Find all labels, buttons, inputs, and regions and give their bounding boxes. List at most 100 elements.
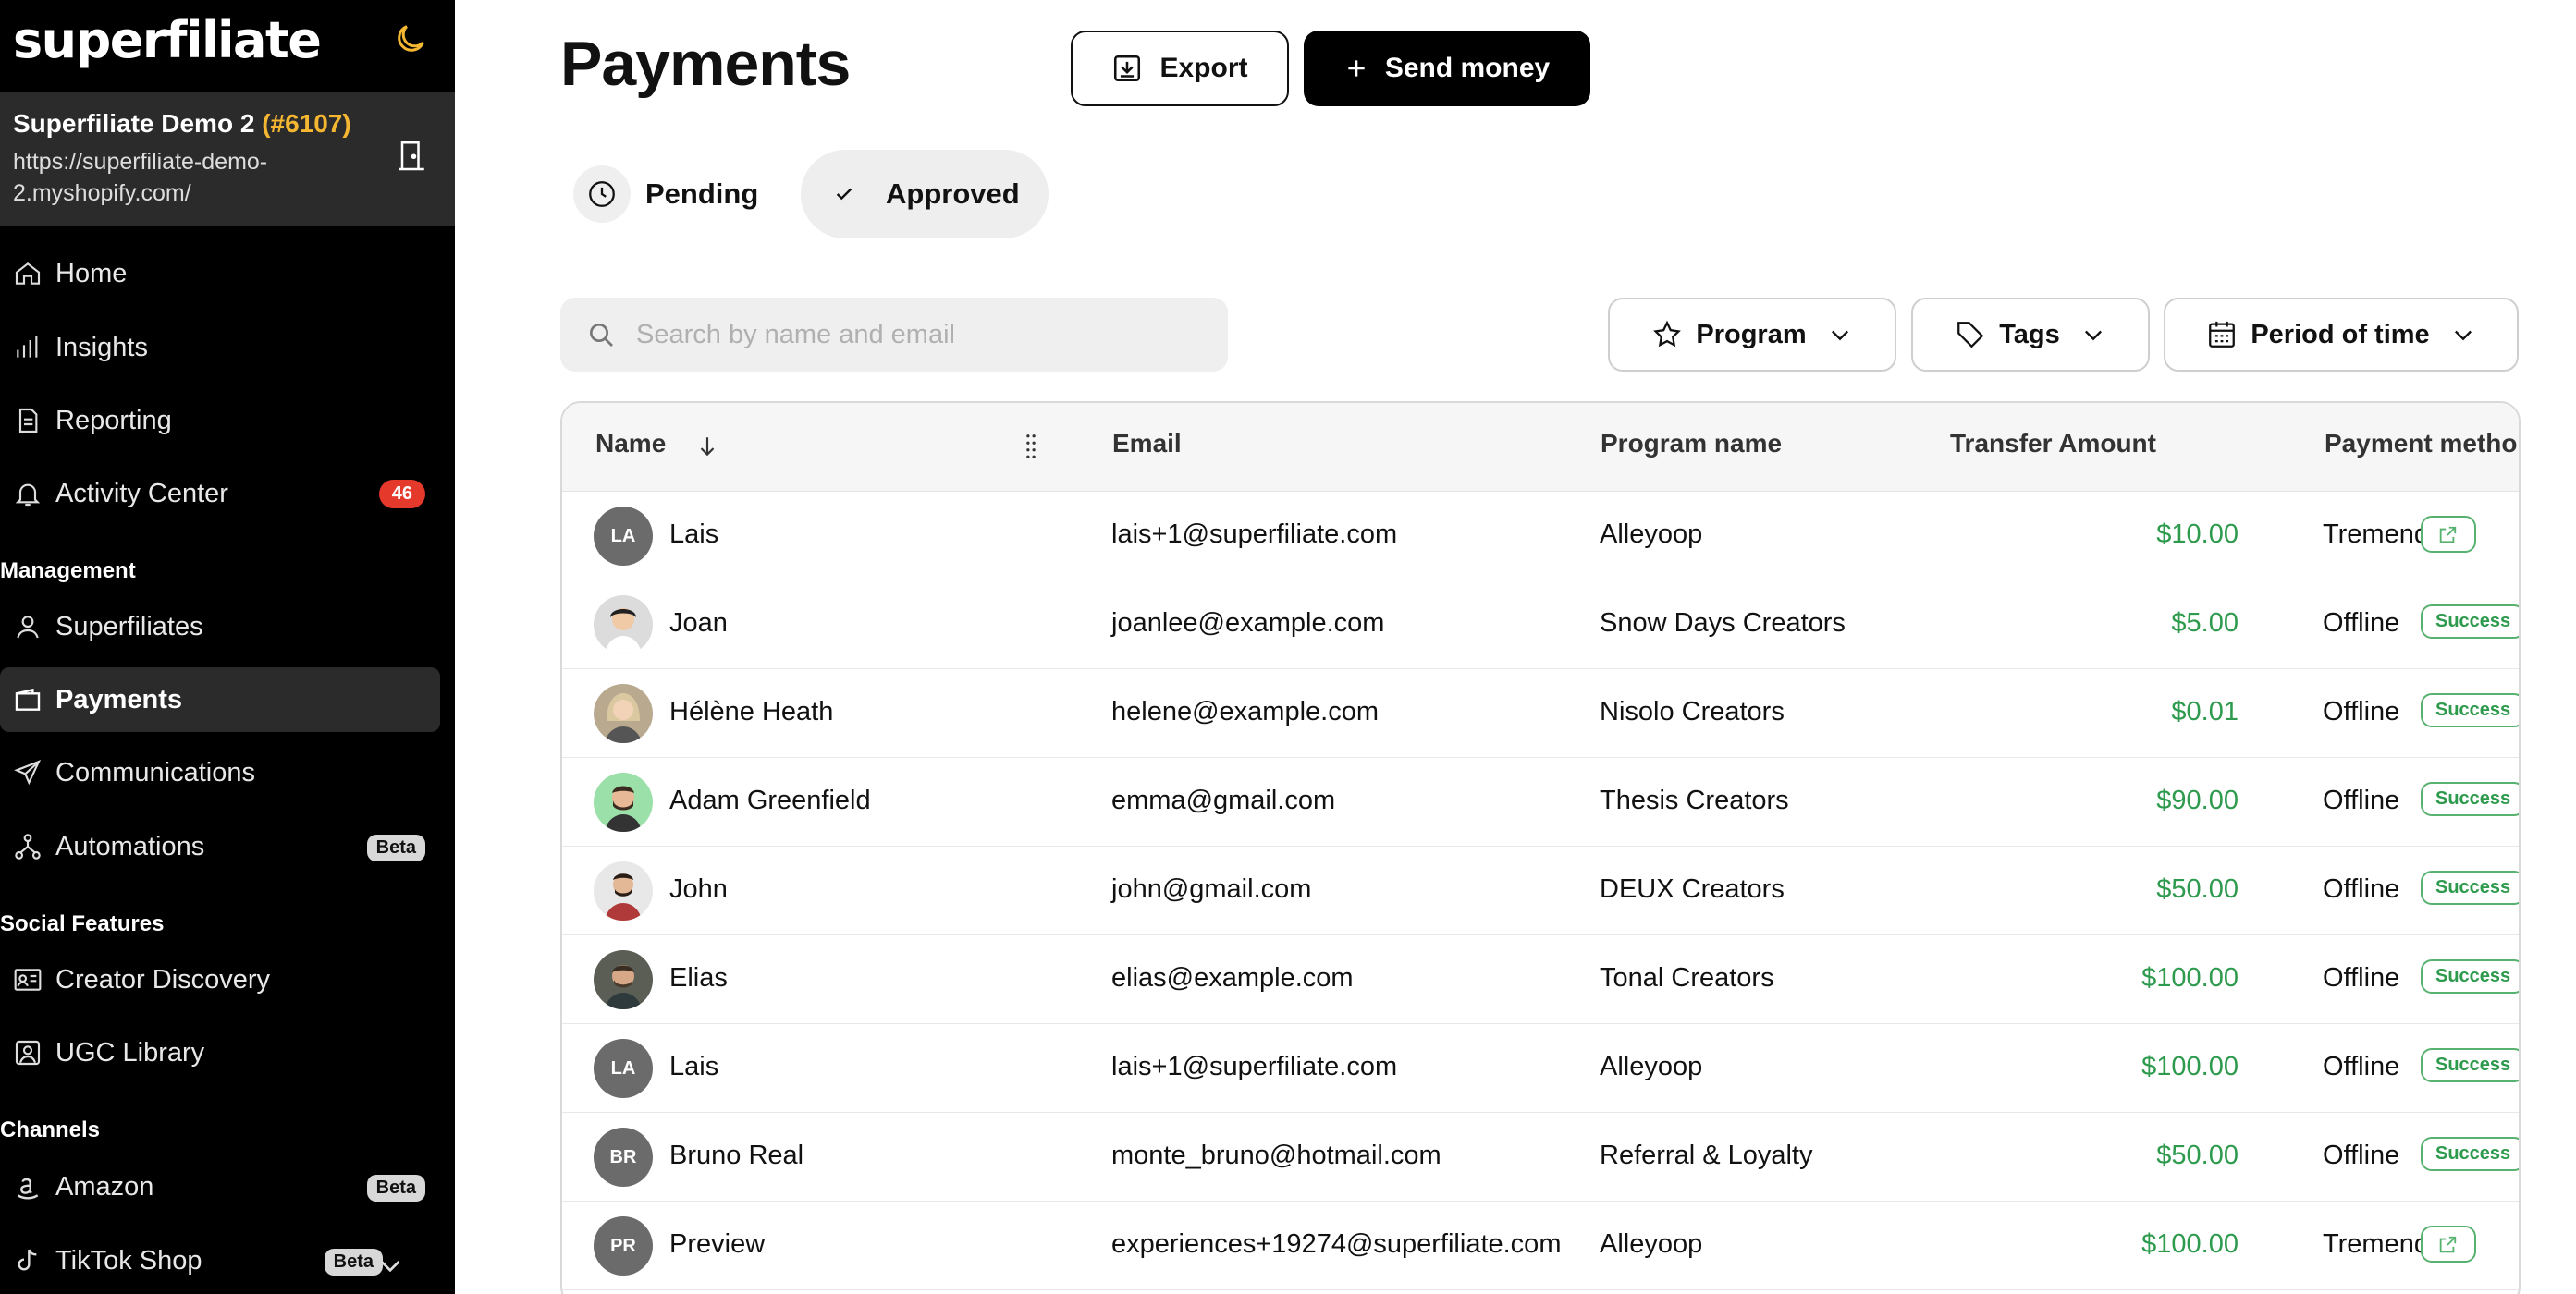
beta-badge: Beta: [324, 1249, 383, 1276]
nav-amazon[interactable]: Amazon Beta: [0, 1154, 440, 1219]
avatar: [594, 595, 653, 654]
document-icon: [18, 408, 38, 433]
tag-icon: [1957, 322, 1984, 348]
row-email: lais+1@superfiliate.com: [1111, 519, 1398, 549]
send-money-button[interactable]: Send money: [1304, 31, 1590, 106]
beta-badge: Beta: [366, 1175, 425, 1202]
row-amount: $90.00: [2156, 786, 2239, 815]
external-link-button[interactable]: [2421, 516, 2476, 553]
row-name: Elias: [669, 963, 728, 993]
column-payment-method[interactable]: Payment metho: [2325, 429, 2518, 458]
avatar: [594, 684, 653, 743]
column-name[interactable]: Name: [595, 429, 666, 458]
column-email[interactable]: Email: [1112, 429, 1182, 458]
row-amount: $100.00: [2141, 1052, 2239, 1081]
store-switcher[interactable]: Superfiliate Demo 2 (#6107) https://supe…: [0, 92, 455, 226]
id-card-icon: [14, 969, 42, 991]
row-amount: $10.00: [2156, 519, 2239, 549]
nav-superfiliates[interactable]: Superfiliates: [0, 594, 440, 659]
row-program: Alleyoop: [1600, 1229, 1703, 1259]
table-row[interactable]: BR Bruno Real monte_bruno@hotmail.com Re…: [562, 1113, 2519, 1202]
tab-approved[interactable]: Approved: [801, 150, 1049, 238]
moon-icon[interactable]: [392, 20, 429, 57]
row-program: DEUX Creators: [1600, 874, 1785, 904]
row-program: Tonal Creators: [1600, 963, 1774, 993]
nav-creator-discovery[interactable]: Creator Discovery: [0, 947, 440, 1012]
sort-arrow-down-icon[interactable]: [697, 434, 718, 458]
avatar: PR: [594, 1216, 653, 1276]
table-row[interactable]: Joan joanlee@example.com Snow Days Creat…: [562, 580, 2519, 669]
column-amount[interactable]: Transfer Amount: [1950, 429, 2156, 458]
amazon-icon: [17, 1178, 39, 1200]
row-method: Offline: [2323, 963, 2400, 993]
drag-handle-icon[interactable]: [1024, 433, 1037, 460]
status-badge: Success: [2421, 1137, 2519, 1171]
status-badge: Success: [2421, 1048, 2519, 1082]
row-name: Preview: [669, 1229, 766, 1259]
door-icon[interactable]: [398, 139, 425, 172]
tags-filter[interactable]: Tags: [1911, 298, 2150, 372]
sidebar: superfiliate Superfiliate Demo 2 (#6107)…: [0, 0, 455, 1294]
store-name: Superfiliate Demo 2 (#6107): [13, 109, 351, 138]
person-icon: [17, 616, 39, 639]
nav-reporting[interactable]: Reporting: [0, 388, 440, 453]
chevron-down-icon[interactable]: [375, 1251, 405, 1280]
row-amount: $100.00: [2141, 1229, 2239, 1259]
table-row[interactable]: John john@gmail.com DEUX Creators $50.00…: [562, 847, 2519, 935]
nav-home[interactable]: Home: [0, 241, 440, 306]
row-name: John: [669, 874, 728, 904]
main-content: Payments Export Send money Pending Appro…: [455, 0, 2576, 1294]
row-name: Hélène Heath: [669, 697, 834, 726]
table-header: Name Email Program name Transfer Amount …: [562, 403, 2519, 492]
status-badge: Success: [2421, 782, 2519, 816]
row-email: monte_bruno@hotmail.com: [1111, 1141, 1441, 1170]
avatar: [594, 950, 653, 1009]
table-row[interactable]: Adam Greenfield emma@gmail.com Thesis Cr…: [562, 758, 2519, 847]
row-email: emma@gmail.com: [1111, 786, 1336, 815]
row-amount: $0.01: [2171, 697, 2239, 726]
row-amount: $50.00: [2156, 1141, 2239, 1170]
row-program: Snow Days Creators: [1600, 608, 1846, 638]
status-badge: Success: [2421, 959, 2519, 994]
row-method: Offline: [2323, 874, 2400, 904]
nav-automations[interactable]: Automations Beta: [0, 814, 440, 879]
store-url: https://superfiliate-demo-2.myshopify.co…: [13, 149, 268, 206]
plus-icon: [1348, 60, 1365, 77]
avatar: [594, 861, 653, 921]
clock-icon: [573, 165, 631, 223]
nav-activity-center[interactable]: Activity Center 46: [0, 461, 440, 526]
table-row[interactable]: LA Lais lais+1@superfiliate.com Alleyoop…: [562, 492, 2519, 580]
nav-insights[interactable]: Insights: [0, 315, 440, 380]
app-logo[interactable]: superfiliate: [13, 11, 322, 69]
row-program: Alleyoop: [1600, 1052, 1703, 1081]
nav-tiktok-shop[interactable]: TikTok Shop Beta: [0, 1228, 440, 1293]
export-button[interactable]: Export: [1071, 31, 1289, 106]
program-filter[interactable]: Program: [1608, 298, 1896, 372]
row-email: joanlee@example.com: [1111, 608, 1385, 638]
row-program: Thesis Creators: [1600, 786, 1789, 815]
tab-pending[interactable]: Pending: [573, 150, 786, 238]
period-filter[interactable]: Period of time: [2164, 298, 2519, 372]
avatar: LA: [594, 507, 653, 566]
row-name: Joan: [669, 608, 728, 638]
avatar: BR: [594, 1128, 653, 1187]
table-row[interactable]: Hélène Heath helene@example.com Nisolo C…: [562, 669, 2519, 758]
section-social-features: Social Features: [0, 911, 165, 936]
column-program[interactable]: Program name: [1601, 429, 1782, 458]
search-input[interactable]: Search by name and email: [560, 298, 1228, 372]
external-link-button[interactable]: [2421, 1226, 2476, 1263]
nav-communications[interactable]: Communications: [0, 740, 440, 805]
row-method: Offline: [2323, 608, 2400, 638]
row-name: Adam Greenfield: [669, 786, 871, 815]
status-badge: Success: [2421, 693, 2519, 727]
table-row[interactable]: LA Lais lais+1@superfiliate.com Alleyoop…: [562, 1024, 2519, 1113]
row-email: experiences+19274@superfiliate.com: [1111, 1229, 1562, 1259]
table-row[interactable]: Elias elias@example.com Tonal Creators $…: [562, 935, 2519, 1024]
nav-payments[interactable]: Payments: [0, 667, 440, 732]
send-icon: [14, 760, 42, 786]
table-row[interactable]: PR Preview experiences+19274@superfiliat…: [562, 1202, 2519, 1290]
chevron-down-icon: [2084, 330, 2102, 341]
nav-ugc-library[interactable]: UGC Library: [0, 1020, 440, 1085]
external-link-icon: [2439, 1236, 2457, 1253]
row-method: Offline: [2323, 697, 2400, 726]
